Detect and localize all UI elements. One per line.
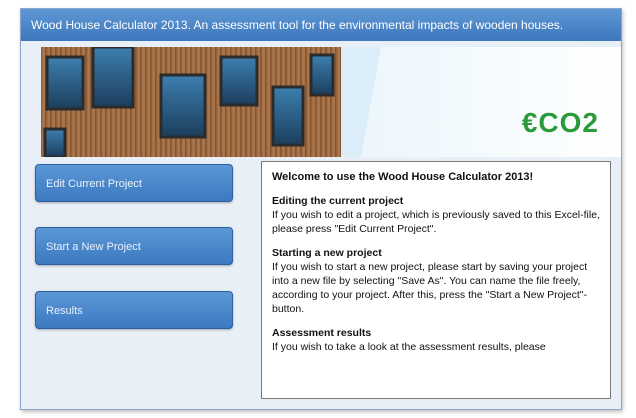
building-facade-image — [41, 47, 621, 157]
window-title: Wood House Calculator 2013. An assessmen… — [21, 9, 621, 41]
results-button[interactable]: Results — [35, 291, 233, 329]
edit-current-project-button[interactable]: Edit Current Project — [35, 164, 233, 202]
section-title: Starting a new project — [272, 247, 382, 259]
welcome-heading: Welcome to use the Wood House Calculator… — [272, 171, 534, 183]
section-title: Editing the current project — [272, 195, 404, 207]
eco2-logo: €CO2 — [521, 107, 599, 138]
section-text: If you wish to start a new project, plea… — [272, 261, 588, 315]
section-title: Assessment results — [272, 327, 372, 339]
section-new-project: Starting a new project If you wish to st… — [272, 246, 600, 316]
app-window: Wood House Calculator 2013. An assessmen… — [20, 8, 622, 410]
section-results: Assessment results If you wish to take a… — [272, 326, 600, 354]
start-new-project-button[interactable]: Start a New Project — [35, 227, 233, 265]
section-text: If you wish to edit a project, which is … — [272, 209, 600, 235]
welcome-text-panel: Welcome to use the Wood House Calculator… — [261, 161, 611, 399]
header-banner: €CO2 — [41, 47, 621, 157]
section-text: If you wish to take a look at the assess… — [272, 341, 546, 353]
section-editing: Editing the current project If you wish … — [272, 194, 600, 236]
